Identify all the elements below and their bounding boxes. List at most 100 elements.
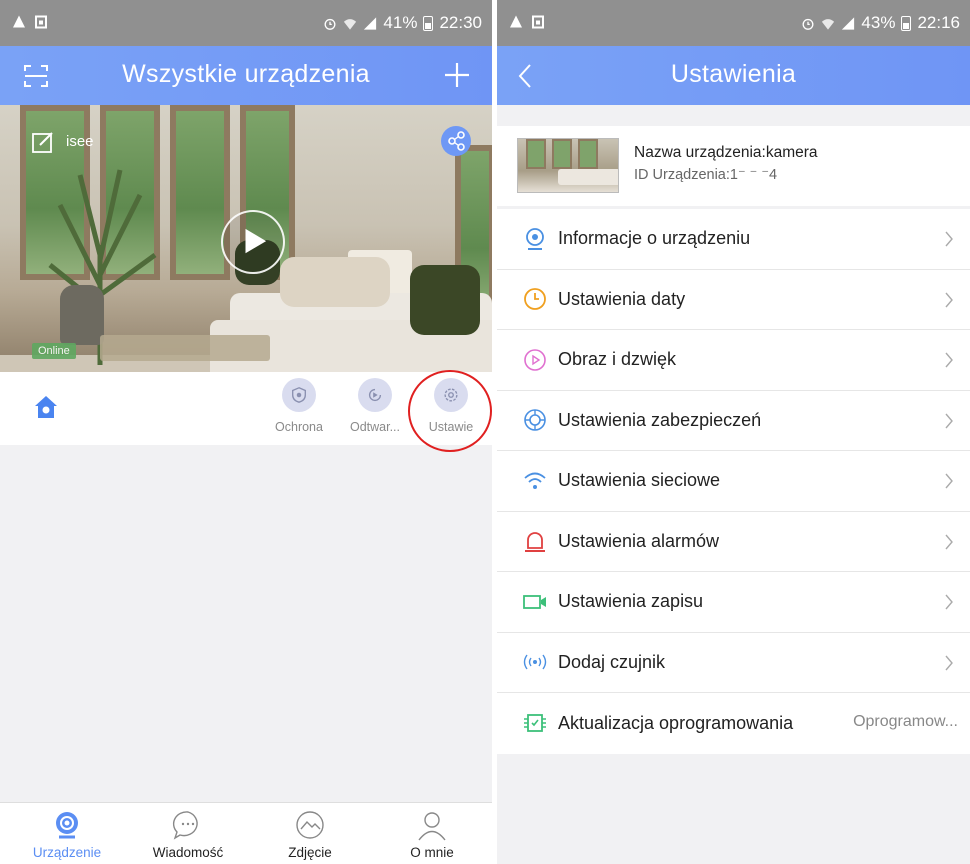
battery-percent: 43% (861, 13, 896, 32)
share-button[interactable] (441, 126, 471, 156)
menu-item-device-info[interactable]: Informacje o urządzeniu (497, 209, 970, 270)
menu-item-firmware[interactable]: Aktualizacja oprogramowania Oprogramow..… (497, 693, 970, 754)
preview-window (170, 105, 230, 280)
user-icon (418, 812, 446, 841)
status-time: 22:30 (439, 13, 482, 32)
warning-icon (510, 15, 522, 28)
chevron-right-icon (945, 231, 953, 247)
chevron-right-icon (945, 473, 953, 489)
alarm-clock-icon (802, 18, 814, 30)
alarm-clock-icon (324, 18, 336, 30)
protection-button[interactable] (282, 378, 316, 412)
protection-action[interactable]: Ochrona (259, 378, 339, 434)
tab-messages[interactable]: Wiadomość (128, 809, 248, 860)
battery-icon (901, 15, 912, 31)
protection-label: Ochrona (275, 420, 323, 434)
bottom-tab-bar: Urządzenie Wiadomość Zdjęcie O mnie (0, 802, 492, 864)
tab-messages-label: Wiadomość (152, 845, 224, 860)
chevron-right-icon (945, 534, 953, 549)
page-title: Wszystkie urządzenia (122, 60, 370, 88)
menu-label: Ustawienia alarmów (558, 530, 720, 551)
photo-icon (296, 811, 324, 839)
highlight-circle (408, 370, 492, 452)
device-name: Nazwa urządzenia:kamera (634, 144, 818, 161)
menu-label: Ustawienia daty (558, 288, 686, 309)
menu-item-alarms[interactable]: Ustawienia alarmów (497, 512, 970, 572)
preview-vase (60, 285, 104, 345)
wifi-status-icon (822, 18, 835, 30)
share-icon (448, 131, 465, 151)
battery-icon (423, 15, 434, 31)
status-time: 22:16 (917, 13, 960, 32)
playback-action[interactable]: Odtwar... (335, 378, 415, 434)
add-icon[interactable] (442, 60, 472, 90)
status-bar: 43% 22:16 (497, 0, 970, 46)
play-button[interactable] (221, 210, 285, 274)
device-card[interactable]: Nazwa urządzenia:kamera ID Urządzenia:1⁻… (497, 126, 970, 206)
device-info-icon (526, 227, 544, 250)
device-id: ID Urządzenia:1⁻ ⁻ ⁻4 (634, 167, 778, 183)
warning-icon (13, 15, 25, 28)
device-thumbnail (517, 138, 619, 193)
menu-item-network[interactable]: Ustawienia sieciowe (497, 451, 970, 512)
online-badge: Online (32, 343, 76, 359)
firmware-version-value: Oprogramow... (853, 713, 958, 730)
camera-name: isee (66, 133, 94, 150)
signal-icon (842, 16, 855, 30)
tab-about-me-label: O mnie (410, 845, 454, 860)
security-icon (524, 409, 546, 432)
shield-icon (292, 387, 306, 403)
thumb-window (526, 139, 546, 169)
menu-item-date[interactable]: Ustawienia daty (497, 270, 970, 330)
wifi-icon (524, 472, 546, 489)
menu-label: Obraz i dzwięk (558, 349, 677, 370)
alarm-icon (525, 532, 545, 553)
status-bar: 41% 22:30 (0, 0, 492, 46)
replay-icon (368, 388, 382, 402)
menu-label: Aktualizacja oprogramowania (558, 712, 794, 733)
notification-icon (35, 15, 47, 29)
play-icon (245, 228, 267, 254)
notification-icon (532, 15, 544, 29)
chevron-right-icon (945, 292, 953, 307)
thumb-window (552, 139, 572, 169)
play-circle-icon (524, 348, 546, 371)
thumb-window (578, 139, 598, 169)
menu-label: Dodaj czujnik (558, 651, 666, 672)
menu-label: Ustawienia zabezpieczeń (558, 409, 762, 430)
tab-device-label: Urządzenie (32, 845, 102, 860)
chevron-right-icon (945, 352, 953, 368)
settings-menu: Informacje o urządzeniu Ustawienia daty … (497, 209, 970, 754)
menu-item-security[interactable]: Ustawienia zabezpieczeń (497, 391, 970, 451)
tab-about-me[interactable]: O mnie (372, 809, 492, 860)
playback-label: Odtwar... (349, 420, 401, 434)
wifi-status-icon (344, 18, 357, 30)
home-shield-icon[interactable] (33, 394, 59, 420)
page-title: Ustawienia (670, 60, 797, 88)
clock-icon (524, 288, 546, 311)
thumb-sofa (558, 169, 618, 185)
preview-pillow (280, 257, 390, 307)
menu-item-image-sound[interactable]: Obraz i dzwięk (497, 330, 970, 391)
menu-label: Ustawienia zapisu (558, 591, 704, 612)
tab-device[interactable]: Urządzenie (7, 809, 127, 860)
app-header: Wszystkie urządzenia (0, 46, 492, 105)
sensor-icon (523, 654, 547, 670)
menu-label: Ustawienia sieciowe (558, 470, 721, 491)
chevron-right-icon (945, 413, 953, 428)
device-list-screen: 41% 22:30 Wszystkie urządzenia isee Onli… (0, 0, 492, 864)
record-icon (523, 594, 546, 609)
playback-button[interactable] (358, 378, 392, 412)
signal-icon (364, 16, 377, 30)
menu-item-recording[interactable]: Ustawienia zapisu (497, 572, 970, 633)
camera-tab-icon (56, 812, 78, 839)
message-icon (172, 811, 198, 840)
tab-photos-label: Zdjęcie (288, 845, 332, 860)
firmware-icon (524, 714, 546, 733)
app-header: Ustawienia (497, 46, 970, 105)
tab-photos[interactable]: Zdjęcie (250, 809, 370, 860)
edit-icon[interactable] (32, 131, 54, 153)
settings-screen: 43% 22:16 Ustawienia Nazwa urządzenia:ka… (497, 0, 970, 864)
menu-item-add-sensor[interactable]: Dodaj czujnik (497, 633, 970, 693)
menu-label: Informacje o urządzeniu (558, 228, 751, 249)
